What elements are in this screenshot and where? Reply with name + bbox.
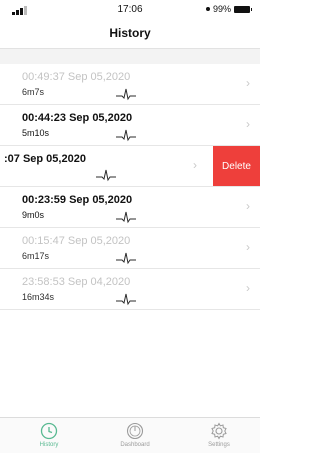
record-duration: 6m7s	[22, 87, 45, 97]
record-timestamp: 00:15:47 Sep 05,2020	[22, 235, 131, 247]
battery-icon	[234, 5, 252, 13]
history-row[interactable]: 00:44:23 Sep 05,2020 5m10s ›	[0, 105, 260, 146]
history-row[interactable]: 23:58:53 Sep 04,2020 16m34s ›	[0, 269, 260, 310]
chevron-right-icon: ›	[246, 76, 250, 90]
tab-settings[interactable]: Settings	[189, 422, 249, 448]
status-bar: 17:06 99%	[0, 0, 260, 20]
battery-status: 99%	[205, 4, 252, 14]
record-duration: 6m17s	[22, 251, 50, 261]
chevron-right-icon: ›	[246, 240, 250, 254]
tab-history[interactable]: History	[19, 422, 79, 448]
ecg-waveform-icon	[116, 211, 136, 224]
ecg-waveform-icon	[116, 293, 136, 306]
history-screen: 17:06 99% History 00:49:37 Sep 05,2020 6…	[0, 0, 260, 453]
record-timestamp: 00:49:37 Sep 05,2020	[22, 71, 131, 83]
history-row[interactable]: 00:23:59 Sep 05,2020 9m0s ›	[0, 187, 260, 228]
record-duration: 16m34s	[22, 292, 55, 302]
record-duration: 9m0s	[22, 210, 45, 220]
delete-button[interactable]: Delete	[213, 146, 260, 186]
gauge-icon	[126, 422, 144, 440]
page-title: History	[109, 26, 151, 40]
tab-bar: History Dashboard Settings	[0, 417, 260, 453]
ecg-waveform-icon	[96, 169, 116, 182]
gear-icon	[211, 422, 227, 440]
record-duration: 5m10s	[22, 128, 50, 138]
record-timestamp: :07 Sep 05,2020	[4, 153, 86, 165]
list-top-spacer	[0, 49, 260, 64]
chevron-right-icon: ›	[246, 281, 250, 295]
record-timestamp: 00:44:23 Sep 05,2020	[22, 112, 133, 124]
ecg-waveform-icon	[116, 252, 136, 265]
clock-icon	[40, 422, 58, 440]
history-list: 00:49:37 Sep 05,2020 6m7s › 00:44:23 Sep…	[0, 64, 260, 310]
record-timestamp: 23:58:53 Sep 04,2020	[22, 276, 131, 288]
history-row[interactable]: 00:15:47 Sep 05,2020 6m17s ›	[0, 228, 260, 269]
chevron-right-icon: ›	[193, 158, 197, 172]
ecg-waveform-icon	[116, 88, 136, 101]
chevron-right-icon: ›	[246, 199, 250, 213]
tab-dashboard[interactable]: Dashboard	[105, 422, 165, 448]
tab-label: Settings	[208, 442, 230, 448]
history-row[interactable]: 00:49:37 Sep 05,2020 6m7s ›	[0, 64, 260, 105]
record-timestamp: 00:23:59 Sep 05,2020	[22, 194, 133, 206]
ecg-waveform-icon	[116, 129, 136, 142]
orientation-lock-icon	[205, 7, 210, 11]
chevron-right-icon: ›	[246, 117, 250, 131]
tab-label: History	[39, 442, 59, 448]
battery-percent: 99%	[212, 4, 231, 14]
tab-label: Dashboard	[120, 442, 150, 448]
history-row-swiped[interactable]: :07 Sep 05,2020 › Delete	[0, 146, 260, 187]
